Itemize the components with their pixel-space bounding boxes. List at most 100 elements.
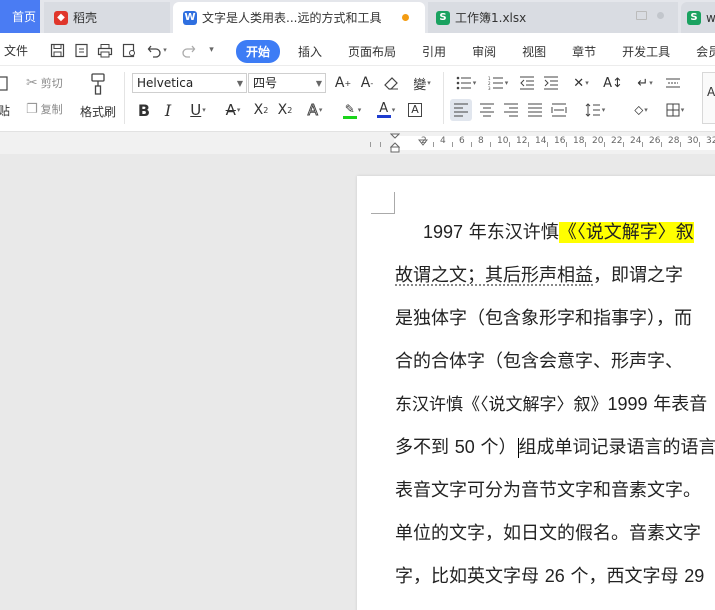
tab-workbook-label: 工作簿1.xlsx bbox=[455, 11, 527, 25]
distributed-align-icon[interactable] bbox=[548, 99, 570, 121]
paragraph-line-1[interactable]: 1997 年东汉许慎《〈说文解字〉叙 bbox=[423, 218, 694, 244]
tab-start[interactable]: 开始 bbox=[236, 40, 281, 63]
font-name-select[interactable]: Helvetica ▼ bbox=[132, 73, 247, 93]
tab-chapter[interactable]: 章节 bbox=[564, 41, 604, 62]
paragraph-line-9[interactable]: 字，比如英文字母 26 个，西文字母 29 bbox=[395, 562, 704, 588]
cut-label: 剪切 bbox=[40, 77, 63, 90]
menu-bar: 文件 ▾ ▾ 开始 插入 页面布局 引用 审阅 视图 章节 开发工具 会员 bbox=[0, 33, 715, 66]
daoke-logo-icon: ◆ bbox=[54, 10, 68, 25]
clear-format-eraser-icon[interactable] bbox=[381, 72, 403, 94]
redo-icon[interactable] bbox=[176, 41, 200, 59]
ruler-tick bbox=[566, 142, 567, 147]
ruler-number: 10 bbox=[497, 136, 509, 146]
ruler-number: 4 bbox=[440, 136, 446, 146]
document-page[interactable]: 1997 年东汉许慎《〈说文解字〉叙 故谓之文；其后形声相益，即谓之字 是独体字… bbox=[357, 176, 715, 610]
paragraph-line-3[interactable]: 是独体字（包含象形字和指事字），而 bbox=[395, 304, 692, 330]
underline-icon[interactable]: U ▾ bbox=[182, 99, 214, 121]
align-center-icon[interactable] bbox=[476, 99, 498, 121]
line-break-icon[interactable]: ↵ ▾ bbox=[630, 72, 660, 94]
superscript-icon[interactable]: X2 bbox=[250, 99, 272, 121]
quick-access-dropdown-icon[interactable]: ▾ bbox=[206, 41, 216, 59]
paragraph-line-5[interactable]: 东汉许慎《〈说文解字〉叙》1999 年表音 bbox=[395, 390, 707, 416]
print-preview-icon[interactable] bbox=[120, 41, 138, 59]
decrease-indent-icon[interactable] bbox=[516, 72, 538, 94]
font-size-select[interactable]: 四号 ▼ bbox=[248, 73, 326, 93]
text-direction-icon[interactable]: A↕ bbox=[602, 72, 624, 94]
ribbon-divider bbox=[124, 72, 125, 124]
format-painter-icon[interactable] bbox=[86, 72, 110, 96]
ruler-number: 32 bbox=[706, 136, 715, 146]
export-pdf-icon[interactable] bbox=[72, 41, 90, 59]
chevron-down-icon: ▼ bbox=[315, 79, 322, 88]
tab-view[interactable]: 视图 bbox=[514, 41, 554, 62]
increase-indent-icon[interactable] bbox=[540, 72, 562, 94]
italic-icon[interactable]: I bbox=[157, 99, 179, 121]
subscript-icon[interactable]: X2 bbox=[274, 99, 296, 121]
paragraph-line-7[interactable]: 表音文字可分为音节文字和音素文字。 bbox=[395, 476, 701, 502]
shading-icon[interactable]: ⬦ ▾ bbox=[626, 99, 656, 121]
cut-button[interactable]: ✂ 剪切 bbox=[26, 75, 63, 91]
paragraph-line-8[interactable]: 单位的文字，如日文的假名。音素文字 bbox=[395, 519, 701, 545]
print-icon[interactable] bbox=[96, 41, 114, 59]
format-painter-label[interactable]: 格式刷 bbox=[80, 103, 116, 120]
ruler-tick bbox=[370, 142, 371, 147]
ruler-number: 22 bbox=[611, 136, 623, 146]
phonetic-guide-icon[interactable]: 變 ▾ bbox=[406, 72, 438, 94]
screen-icon[interactable] bbox=[636, 11, 647, 20]
tab-workbook[interactable]: S 工作簿1.xlsx bbox=[428, 2, 678, 33]
undo-icon[interactable]: ▾ bbox=[144, 41, 170, 59]
save-icon[interactable] bbox=[48, 41, 66, 59]
tab-references[interactable]: 引用 bbox=[414, 41, 454, 62]
tab-document[interactable]: W 文字是人类用表...远的方式和工具 bbox=[173, 2, 425, 33]
tab-review[interactable]: 审阅 bbox=[464, 41, 504, 62]
tab-member[interactable]: 会员 bbox=[688, 41, 715, 62]
tab-page-layout[interactable]: 页面布局 bbox=[340, 41, 404, 62]
ruler-indent-marker[interactable] bbox=[389, 132, 401, 154]
ruler-tick bbox=[433, 142, 434, 147]
line-9-number-a: 26 bbox=[544, 566, 565, 586]
grow-font-icon[interactable]: A + bbox=[332, 72, 354, 94]
paste-icon[interactable] bbox=[0, 72, 10, 94]
ruler-tick bbox=[547, 142, 548, 147]
paragraph-line-6[interactable]: 多不到 50 个） 组成单词记录语言的语言 bbox=[395, 433, 715, 459]
tab-insert[interactable]: 插入 bbox=[290, 41, 330, 62]
align-right-icon[interactable] bbox=[500, 99, 522, 121]
tab-partial[interactable]: S w bbox=[681, 2, 715, 33]
ruler-tick bbox=[380, 142, 381, 147]
font-color-icon[interactable]: A ▾ bbox=[370, 99, 402, 121]
chevron-down-icon: ▼ bbox=[236, 79, 243, 88]
chinese-layout-icon[interactable]: ✕ ▾ bbox=[566, 72, 596, 94]
tab-home[interactable]: 首页 bbox=[0, 0, 40, 33]
writer-doc-icon: W bbox=[183, 10, 197, 25]
horizontal-ruler[interactable]: 2 4 6 8 10 12 14 16 18 20 22 24 26 28 30 32 bbox=[0, 132, 715, 154]
line-2-text-a: 故谓之文 bbox=[395, 265, 467, 286]
justify-icon[interactable] bbox=[524, 99, 546, 121]
copy-label: 复制 bbox=[40, 103, 63, 116]
numbered-list-icon[interactable]: 1 2 3 ▾ bbox=[484, 72, 512, 94]
line-2-text-b: ；其后形声相益 bbox=[467, 265, 593, 286]
copy-button[interactable]: ❐ 复制 bbox=[26, 101, 63, 117]
paragraph-line-2[interactable]: 故谓之文；其后形声相益，即谓之字 bbox=[395, 261, 683, 287]
character-border-icon[interactable]: A bbox=[404, 99, 426, 121]
borders-icon[interactable]: ▾ bbox=[660, 99, 690, 121]
ruler-number: 6 bbox=[459, 136, 465, 146]
strikethrough-icon[interactable]: A ▾ bbox=[218, 99, 248, 121]
shrink-font-icon[interactable]: A- bbox=[356, 72, 378, 94]
tab-daoke[interactable]: ◆ 稻壳 bbox=[44, 2, 170, 33]
tab-developer[interactable]: 开发工具 bbox=[614, 41, 678, 62]
line-spacing-icon[interactable]: ▾ bbox=[580, 99, 610, 121]
ruler-tick bbox=[585, 142, 586, 147]
bullet-list-icon[interactable]: ▾ bbox=[452, 72, 480, 94]
bold-icon[interactable]: B bbox=[133, 99, 155, 121]
text-effect-icon[interactable]: A ▾ bbox=[300, 99, 330, 121]
ruler-tick bbox=[623, 142, 624, 147]
font-size-value: 四号 bbox=[253, 76, 278, 90]
highlight-color-icon[interactable]: ✎ ▾ bbox=[336, 99, 368, 121]
paste-label[interactable]: 贴 bbox=[0, 102, 10, 119]
paragraph-line-4[interactable]: 合的合体字（包含会意字、形声字、 bbox=[395, 347, 683, 373]
align-left-icon[interactable] bbox=[450, 99, 472, 121]
style-gallery[interactable]: A bbox=[702, 72, 715, 124]
menu-file[interactable]: 文件 bbox=[4, 42, 28, 59]
font-name-value: Helvetica bbox=[137, 76, 194, 90]
character-scaling-icon[interactable] bbox=[662, 72, 684, 94]
